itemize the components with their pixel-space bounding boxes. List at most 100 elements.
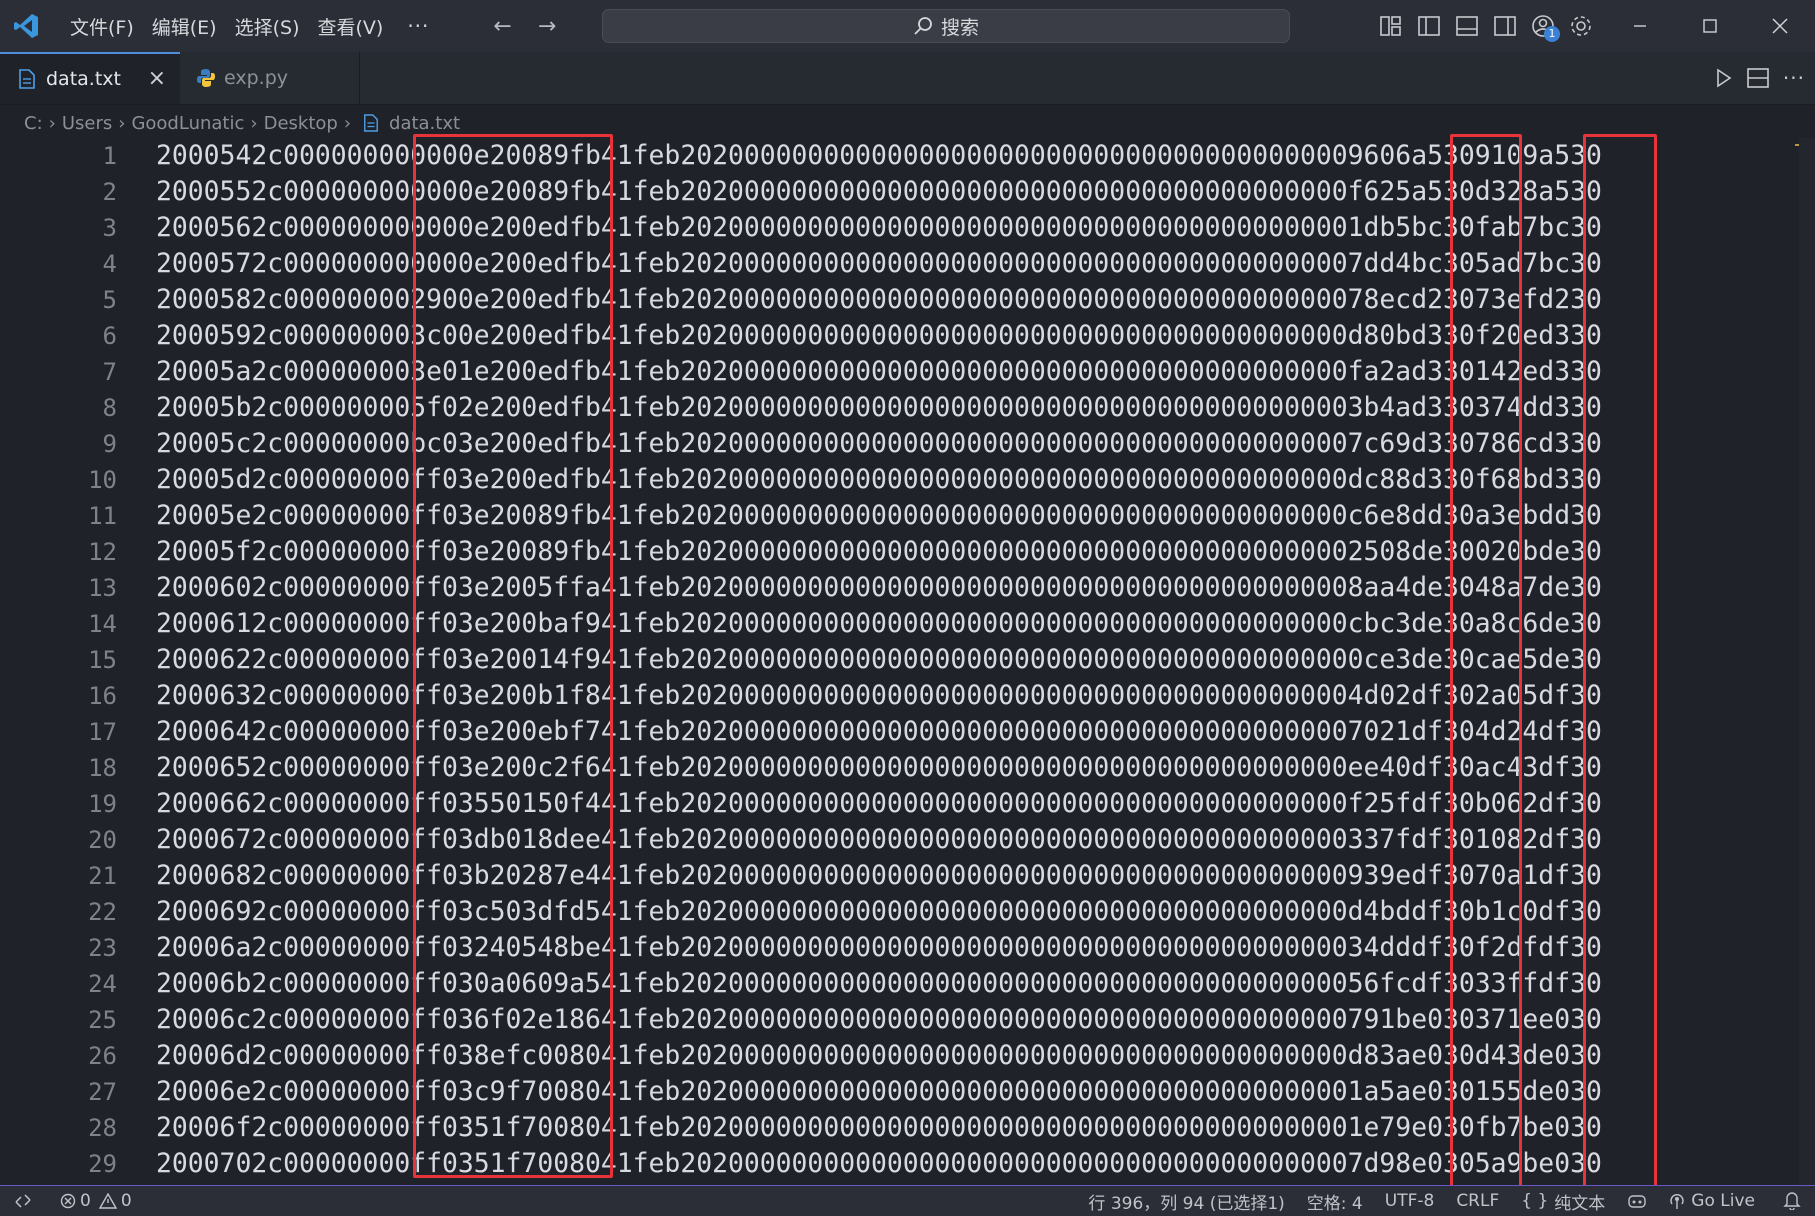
line-text[interactable]: 2000562c000000000000e200edfb41feb2020000… xyxy=(156,210,1602,246)
cursor-position[interactable]: 行 396，列 94 (已选择1) xyxy=(1088,1189,1284,1214)
code-line[interactable]: 24 20006b2c00000000ff030a0609a541feb20200… xyxy=(0,966,1800,1002)
line-text[interactable]: 20006c2c00000000ff036f02e18641feb2020000… xyxy=(156,1002,1602,1038)
menu-view[interactable]: 查看(V) xyxy=(318,13,384,40)
code-line[interactable]: 7 20005a2c000000003e01e200edfb41feb202000… xyxy=(0,354,1800,390)
more-actions-icon[interactable]: ··· xyxy=(1783,66,1805,90)
code-line[interactable]: 10 20005d2c00000000ff03e200edfb41feb20200… xyxy=(0,462,1800,498)
close-window-button[interactable] xyxy=(1745,0,1815,52)
menu-selection[interactable]: 选择(S) xyxy=(235,13,300,40)
line-text[interactable]: 2000652c00000000ff03e200c2f641feb2020000… xyxy=(156,750,1602,786)
line-text[interactable]: 20005c2c00000000bc03e200edfb41feb2020000… xyxy=(156,426,1602,462)
line-text[interactable]: 2000662c00000000ff03550150f441feb2020000… xyxy=(156,786,1602,822)
copilot-icon[interactable] xyxy=(1627,1192,1647,1210)
minimize-button[interactable] xyxy=(1605,0,1675,52)
menu-more[interactable]: ··· xyxy=(407,14,429,38)
line-text[interactable]: 20005d2c00000000ff03e200edfb41feb2020000… xyxy=(156,462,1602,498)
line-text[interactable]: 20006e2c00000000ff03c9f7008041feb2020000… xyxy=(156,1074,1602,1110)
code-line[interactable]: 16 2000632c00000000ff03e200b1f841feb20200… xyxy=(0,678,1800,714)
code-line[interactable]: 28 20006f2c00000000ff0351f7008041feb20200… xyxy=(0,1110,1800,1146)
breadcrumb-users[interactable]: Users xyxy=(62,113,112,134)
line-text[interactable]: 20005a2c000000003e01e200edfb41feb2020000… xyxy=(156,354,1602,390)
line-text[interactable]: 2000682c00000000ff03b20287e441feb2020000… xyxy=(156,858,1602,894)
code-line[interactable]: 12 20005f2c00000000ff03e20089fb41feb20200… xyxy=(0,534,1800,570)
code-line[interactable]: 15 2000622c00000000ff03e20014f941feb20200… xyxy=(0,642,1800,678)
settings-gear-icon[interactable] xyxy=(1562,7,1600,45)
toggle-panel-icon[interactable] xyxy=(1448,7,1486,45)
maximize-button[interactable] xyxy=(1675,0,1745,52)
line-number: 28 xyxy=(88,1114,117,1142)
encoding[interactable]: UTF-8 xyxy=(1385,1191,1435,1211)
run-play-icon[interactable] xyxy=(1715,68,1733,88)
language-mode[interactable]: { } 纯文本 xyxy=(1521,1189,1605,1214)
code-line[interactable]: 22 2000692c00000000ff03c503dfd541feb20200… xyxy=(0,894,1800,930)
code-line[interactable]: 2 2000552c000000000000e20089fb41feb202000… xyxy=(0,174,1800,210)
line-text[interactable]: 2000572c000000000000e200edfb41feb2020000… xyxy=(156,246,1602,282)
search-box[interactable]: 搜索 xyxy=(602,9,1290,43)
code-line[interactable]: 11 20005e2c00000000ff03e20089fb41feb20200… xyxy=(0,498,1800,534)
line-text[interactable]: 2000552c000000000000e20089fb41feb2020000… xyxy=(156,174,1602,210)
line-text[interactable]: 20005b2c000000005f02e200edfb41feb2020000… xyxy=(156,390,1602,426)
code-line[interactable]: 17 2000642c00000000ff03e200ebf741feb20200… xyxy=(0,714,1800,750)
line-text[interactable]: 20005e2c00000000ff03e20089fb41feb2020000… xyxy=(156,498,1602,534)
editor-scrollbar[interactable] xyxy=(1799,138,1815,1185)
line-text[interactable]: 2000542c000000000000e20089fb41feb2020000… xyxy=(156,138,1602,174)
code-line[interactable]: 23 20006a2c00000000ff03240548be41feb20200… xyxy=(0,930,1800,966)
code-line[interactable]: 1 2000542c000000000000e20089fb41feb202000… xyxy=(0,138,1800,174)
line-number: 5 xyxy=(102,286,117,314)
menu-edit[interactable]: 编辑(E) xyxy=(152,13,217,40)
close-tab-icon[interactable]: × xyxy=(148,66,166,91)
code-line[interactable]: 18 2000652c00000000ff03e200c2f641feb20200… xyxy=(0,750,1800,786)
line-text[interactable]: 20006f2c00000000ff0351f7008041feb2020000… xyxy=(156,1110,1602,1146)
line-text[interactable]: 20006a2c00000000ff03240548be41feb2020000… xyxy=(156,930,1602,966)
code-line[interactable]: 6 2000592c000000003c00e200edfb41feb202000… xyxy=(0,318,1800,354)
toggle-primary-sidebar-icon[interactable] xyxy=(1410,7,1448,45)
code-line[interactable]: 8 20005b2c000000005f02e200edfb41feb202000… xyxy=(0,390,1800,426)
line-text[interactable]: 2000622c00000000ff03e20014f941feb2020000… xyxy=(156,642,1602,678)
line-text[interactable]: 2000692c00000000ff03c503dfd541feb2020000… xyxy=(156,894,1602,930)
indentation[interactable]: 空格: 4 xyxy=(1307,1189,1363,1214)
split-editor-icon[interactable] xyxy=(1747,68,1769,88)
line-text[interactable]: 2000602c00000000ff03e2005ffa41feb2020000… xyxy=(156,570,1602,606)
tab-data-txt[interactable]: data.txt × xyxy=(0,52,180,104)
code-line[interactable]: 4 2000572c000000000000e200edfb41feb202000… xyxy=(0,246,1800,282)
code-line[interactable]: 13 2000602c00000000ff03e2005ffa41feb20200… xyxy=(0,570,1800,606)
code-line[interactable]: 5 2000582c000000002900e200edfb41feb202000… xyxy=(0,282,1800,318)
end-of-line[interactable]: CRLF xyxy=(1456,1191,1499,1211)
code-line[interactable]: 19 2000662c00000000ff03550150f441feb20200… xyxy=(0,786,1800,822)
breadcrumb-desktop[interactable]: Desktop xyxy=(264,113,338,134)
code-line[interactable]: 21 2000682c00000000ff03b20287e441feb20200… xyxy=(0,858,1800,894)
line-text[interactable]: 20006d2c00000000ff038efc008041feb2020000… xyxy=(156,1038,1602,1074)
notifications-bell-icon[interactable] xyxy=(1783,1190,1801,1210)
code-line[interactable]: 14 2000612c00000000ff03e200baf941feb20200… xyxy=(0,606,1800,642)
forward-arrow-icon[interactable]: → xyxy=(538,14,556,39)
customize-layout-icon[interactable] xyxy=(1372,7,1410,45)
code-line[interactable]: 3 2000562c000000000000e200edfb41feb202000… xyxy=(0,210,1800,246)
line-text[interactable]: 2000582c000000002900e200edfb41feb2020000… xyxy=(156,282,1602,318)
line-text[interactable]: 2000612c00000000ff03e200baf941feb2020000… xyxy=(156,606,1602,642)
problems-indicator[interactable]: 0 0 xyxy=(60,1191,132,1211)
code-line[interactable]: 26 20006d2c00000000ff038efc008041feb20200… xyxy=(0,1038,1800,1074)
toggle-secondary-sidebar-icon[interactable] xyxy=(1486,7,1524,45)
line-text[interactable]: 2000672c00000000ff03db018dee41feb2020000… xyxy=(156,822,1602,858)
code-line[interactable]: 9 20005c2c00000000bc03e200edfb41feb202000… xyxy=(0,426,1800,462)
line-text[interactable]: 2000702c00000000ff0351f7008041feb2020000… xyxy=(156,1146,1602,1182)
editor-area[interactable]: 1 2000542c000000000000e20089fb41feb202000… xyxy=(0,138,1815,1185)
back-arrow-icon[interactable]: ← xyxy=(493,14,511,39)
line-text[interactable]: 20005f2c00000000ff03e20089fb41feb2020000… xyxy=(156,534,1602,570)
remote-indicator-button[interactable] xyxy=(0,1186,46,1216)
line-text[interactable]: 2000592c000000003c00e200edfb41feb2020000… xyxy=(156,318,1602,354)
breadcrumb-file[interactable]: data.txt xyxy=(389,113,460,134)
account-icon[interactable]: 1 xyxy=(1524,7,1562,45)
line-text[interactable]: 2000642c00000000ff03e200ebf741feb2020000… xyxy=(156,714,1602,750)
breadcrumb-drive[interactable]: C: xyxy=(24,113,43,134)
tab-exp-py[interactable]: exp.py xyxy=(180,52,360,104)
menu-file[interactable]: 文件(F) xyxy=(70,13,134,40)
code-line[interactable]: 27 20006e2c00000000ff03c9f7008041feb20200… xyxy=(0,1074,1800,1110)
code-line[interactable]: 29 2000702c00000000ff0351f7008041feb20200… xyxy=(0,1146,1800,1182)
go-live-button[interactable]: Go Live xyxy=(1669,1191,1755,1211)
code-line[interactable]: 20 2000672c00000000ff03db018dee41feb20200… xyxy=(0,822,1800,858)
line-text[interactable]: 20006b2c00000000ff030a0609a541feb2020000… xyxy=(156,966,1602,1002)
line-text[interactable]: 2000632c00000000ff03e200b1f841feb2020000… xyxy=(156,678,1602,714)
breadcrumb-user[interactable]: GoodLunatic xyxy=(131,113,244,134)
code-line[interactable]: 25 20006c2c00000000ff036f02e18641feb20200… xyxy=(0,1002,1800,1038)
